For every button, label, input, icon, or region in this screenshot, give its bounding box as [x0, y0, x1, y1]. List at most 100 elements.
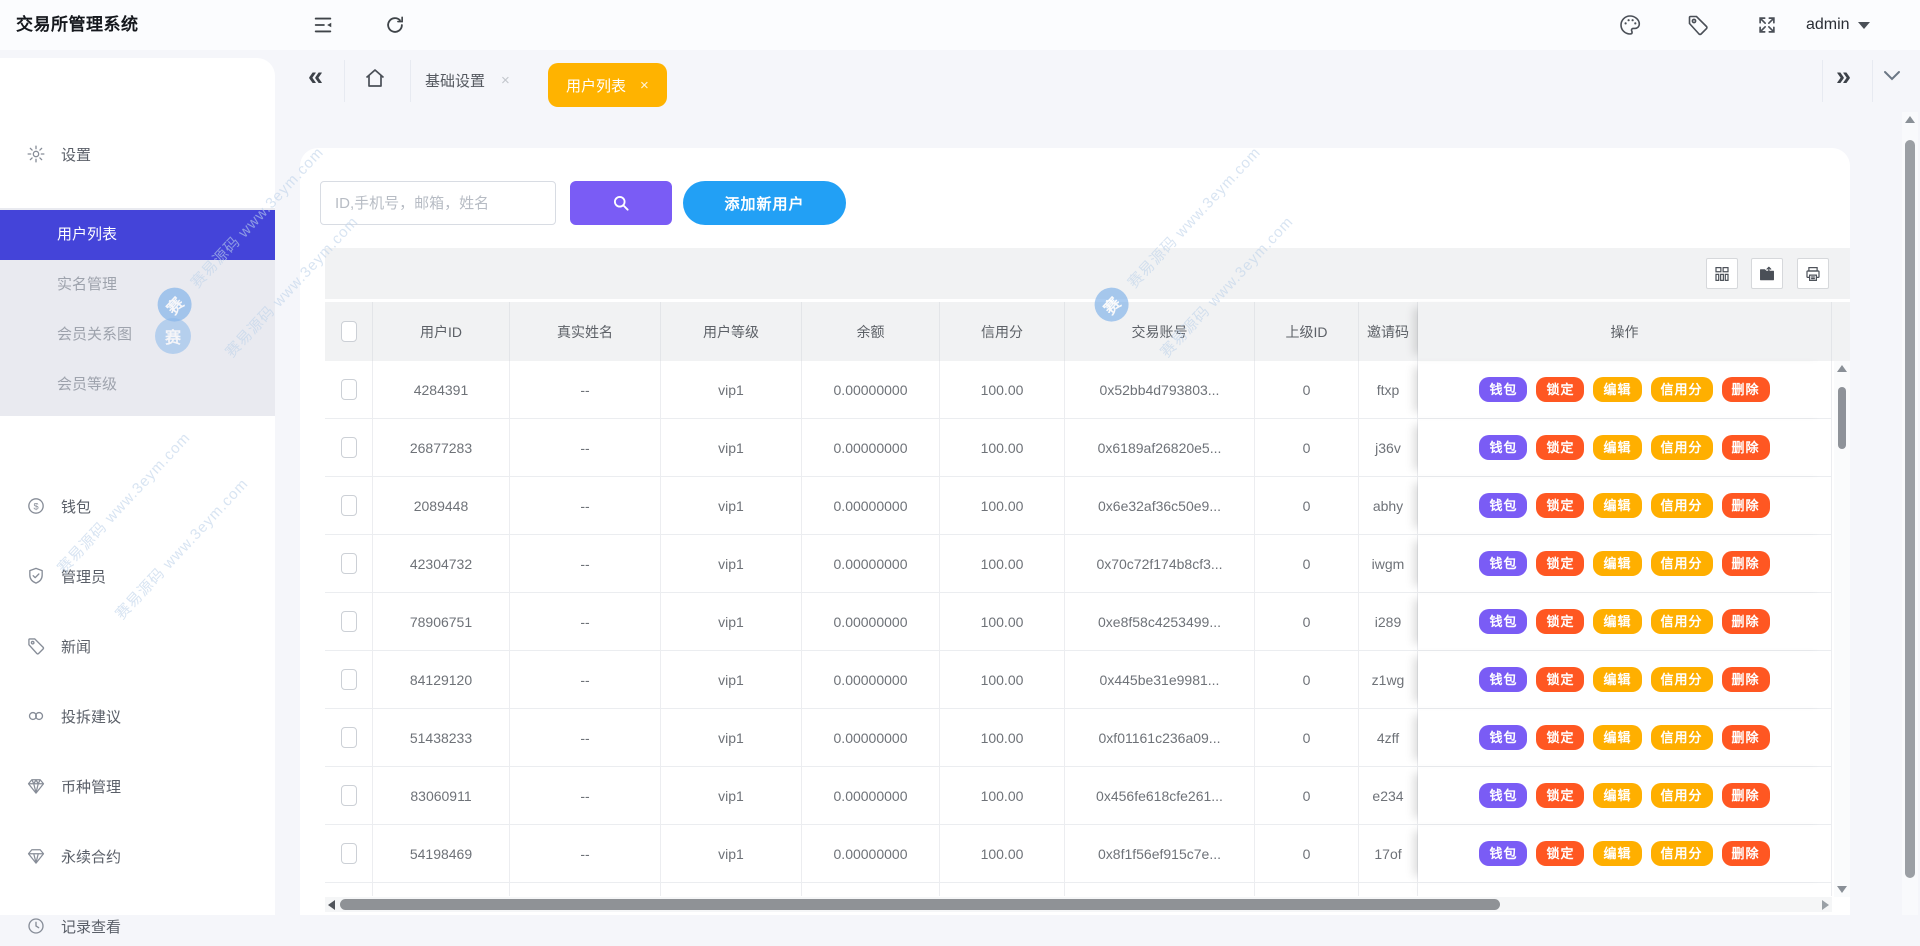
row-checkbox[interactable]	[340, 785, 357, 806]
sidebar-item-perpetual[interactable]: 永续合约	[0, 836, 275, 876]
theme-palette-icon[interactable]	[1618, 13, 1642, 37]
row-action-button[interactable]: 编辑	[1593, 783, 1642, 808]
row-action-button[interactable]: 钱包	[1479, 667, 1528, 692]
row-action-button[interactable]: 删除	[1721, 783, 1770, 808]
submenu-item-member-level[interactable]: 会员等级	[0, 360, 275, 410]
row-action-button[interactable]: 编辑	[1593, 493, 1642, 518]
row-action-button[interactable]: 删除	[1721, 667, 1770, 692]
scroll-up-arrow[interactable]	[1837, 365, 1847, 372]
row-action-button[interactable]: 钱包	[1479, 783, 1528, 808]
row-checkbox[interactable]	[340, 669, 357, 690]
scroll-left-arrow[interactable]	[328, 900, 335, 910]
row-action-button[interactable]: 钱包	[1479, 493, 1528, 518]
row-action-button[interactable]: 信用分	[1650, 493, 1713, 518]
add-user-button[interactable]: 添加新用户	[683, 181, 846, 225]
row-action-button[interactable]: 删除	[1721, 725, 1770, 750]
row-action-button[interactable]: 编辑	[1593, 609, 1642, 634]
row-action-button[interactable]: 锁定	[1536, 377, 1585, 402]
row-action-button[interactable]: 信用分	[1650, 725, 1713, 750]
row-action-button[interactable]: 锁定	[1536, 783, 1585, 808]
row-action-button[interactable]: 锁定	[1536, 667, 1585, 692]
row-action-button[interactable]: 锁定	[1536, 725, 1585, 750]
search-button[interactable]	[570, 181, 672, 225]
scroll-tabs-right-icon[interactable]: »	[1836, 63, 1851, 90]
row-action-button[interactable]: 锁定	[1536, 609, 1585, 634]
cell-parent-id: 0	[1255, 825, 1359, 882]
toolbar-columns-icon[interactable]	[1706, 258, 1738, 289]
sidebar-item-records[interactable]: 记录查看	[0, 906, 275, 946]
row-action-button[interactable]: 删除	[1721, 841, 1770, 866]
sidebar-item-news[interactable]: 新闻	[0, 626, 275, 666]
row-action-button[interactable]: 编辑	[1593, 435, 1642, 460]
sidebar-item-feedback[interactable]: 投拆建议	[0, 696, 275, 736]
row-action-button[interactable]: 锁定	[1536, 841, 1585, 866]
row-action-button[interactable]: 锁定	[1536, 551, 1585, 576]
sidebar-item-settings[interactable]: 设置	[0, 134, 275, 174]
row-action-button[interactable]: 编辑	[1593, 551, 1642, 576]
row-checkbox[interactable]	[340, 495, 357, 516]
refresh-icon[interactable]	[383, 13, 407, 37]
row-action-button[interactable]: 信用分	[1650, 435, 1713, 460]
toolbar-print-icon[interactable]	[1797, 258, 1829, 289]
tab-basic-settings[interactable]: 基础设置 ×	[425, 70, 510, 91]
scroll-down-arrow[interactable]	[1837, 886, 1847, 893]
row-action-button[interactable]: 钱包	[1479, 435, 1528, 460]
row-action-button[interactable]: 删除	[1721, 435, 1770, 460]
row-checkbox[interactable]	[340, 611, 357, 632]
menu-fold-icon[interactable]	[311, 13, 335, 37]
submenu-item-user-list[interactable]: 用户列表	[0, 210, 275, 260]
page-vertical-scrollbar[interactable]	[1902, 112, 1918, 915]
toolbar-export-icon[interactable]	[1751, 258, 1783, 289]
sidebar-item-admins[interactable]: 管理员	[0, 556, 275, 596]
table-vertical-scrollbar[interactable]	[1834, 361, 1850, 897]
row-action-button[interactable]: 删除	[1721, 377, 1770, 402]
cell-invite-code: j36v	[1359, 419, 1418, 476]
row-action-button[interactable]: 信用分	[1650, 841, 1713, 866]
scroll-right-arrow[interactable]	[1822, 900, 1829, 910]
row-action-button[interactable]: 钱包	[1479, 609, 1528, 634]
row-action-button[interactable]: 钱包	[1479, 725, 1528, 750]
row-action-button[interactable]: 锁定	[1536, 435, 1585, 460]
table-horizontal-scrollbar[interactable]	[325, 897, 1832, 912]
horizontal-scroll-thumb[interactable]	[340, 899, 1500, 910]
close-icon[interactable]: ×	[501, 72, 510, 89]
row-action-button[interactable]: 编辑	[1593, 841, 1642, 866]
home-tab-icon[interactable]	[363, 66, 387, 90]
tab-list-chevron-down-icon[interactable]	[1883, 70, 1901, 82]
fullscreen-icon[interactable]	[1755, 13, 1779, 37]
tag-icon[interactable]	[1686, 13, 1710, 37]
submenu-item-kyc[interactable]: 实名管理	[0, 260, 275, 310]
row-checkbox[interactable]	[340, 727, 357, 748]
row-action-button[interactable]: 删除	[1721, 551, 1770, 576]
row-action-button[interactable]: 信用分	[1650, 377, 1713, 402]
search-input[interactable]	[320, 181, 556, 225]
row-action-button[interactable]: 钱包	[1479, 377, 1528, 402]
scroll-tabs-left-icon[interactable]: «	[308, 63, 323, 90]
row-action-button[interactable]: 编辑	[1593, 667, 1642, 692]
row-action-button[interactable]: 信用分	[1650, 783, 1713, 808]
user-menu[interactable]: admin	[1806, 0, 1870, 50]
submenu-item-member-tree[interactable]: 会员关系图	[0, 310, 275, 360]
row-checkbox[interactable]	[340, 843, 357, 864]
row-action-button[interactable]: 钱包	[1479, 551, 1528, 576]
row-action-button[interactable]: 信用分	[1650, 609, 1713, 634]
sidebar-item-coins[interactable]: 币种管理	[0, 766, 275, 806]
page-scroll-thumb[interactable]	[1905, 140, 1915, 878]
tab-user-list[interactable]: 用户列表 ×	[548, 63, 667, 107]
page-scroll-up-arrow[interactable]	[1905, 116, 1915, 123]
close-icon[interactable]: ×	[640, 77, 649, 94]
row-action-button[interactable]: 编辑	[1593, 725, 1642, 750]
row-checkbox[interactable]	[340, 553, 357, 574]
row-checkbox[interactable]	[340, 437, 357, 458]
row-action-button[interactable]: 信用分	[1650, 551, 1713, 576]
row-action-button[interactable]: 信用分	[1650, 667, 1713, 692]
row-action-button[interactable]: 编辑	[1593, 377, 1642, 402]
select-all-checkbox[interactable]	[340, 321, 357, 342]
row-action-button[interactable]: 删除	[1721, 609, 1770, 634]
sidebar-item-wallet[interactable]: $ 钱包	[0, 486, 275, 526]
vertical-scroll-thumb[interactable]	[1838, 387, 1846, 449]
row-action-button[interactable]: 锁定	[1536, 493, 1585, 518]
row-action-button[interactable]: 钱包	[1479, 841, 1528, 866]
row-action-button[interactable]: 删除	[1721, 493, 1770, 518]
row-checkbox[interactable]	[340, 379, 357, 400]
